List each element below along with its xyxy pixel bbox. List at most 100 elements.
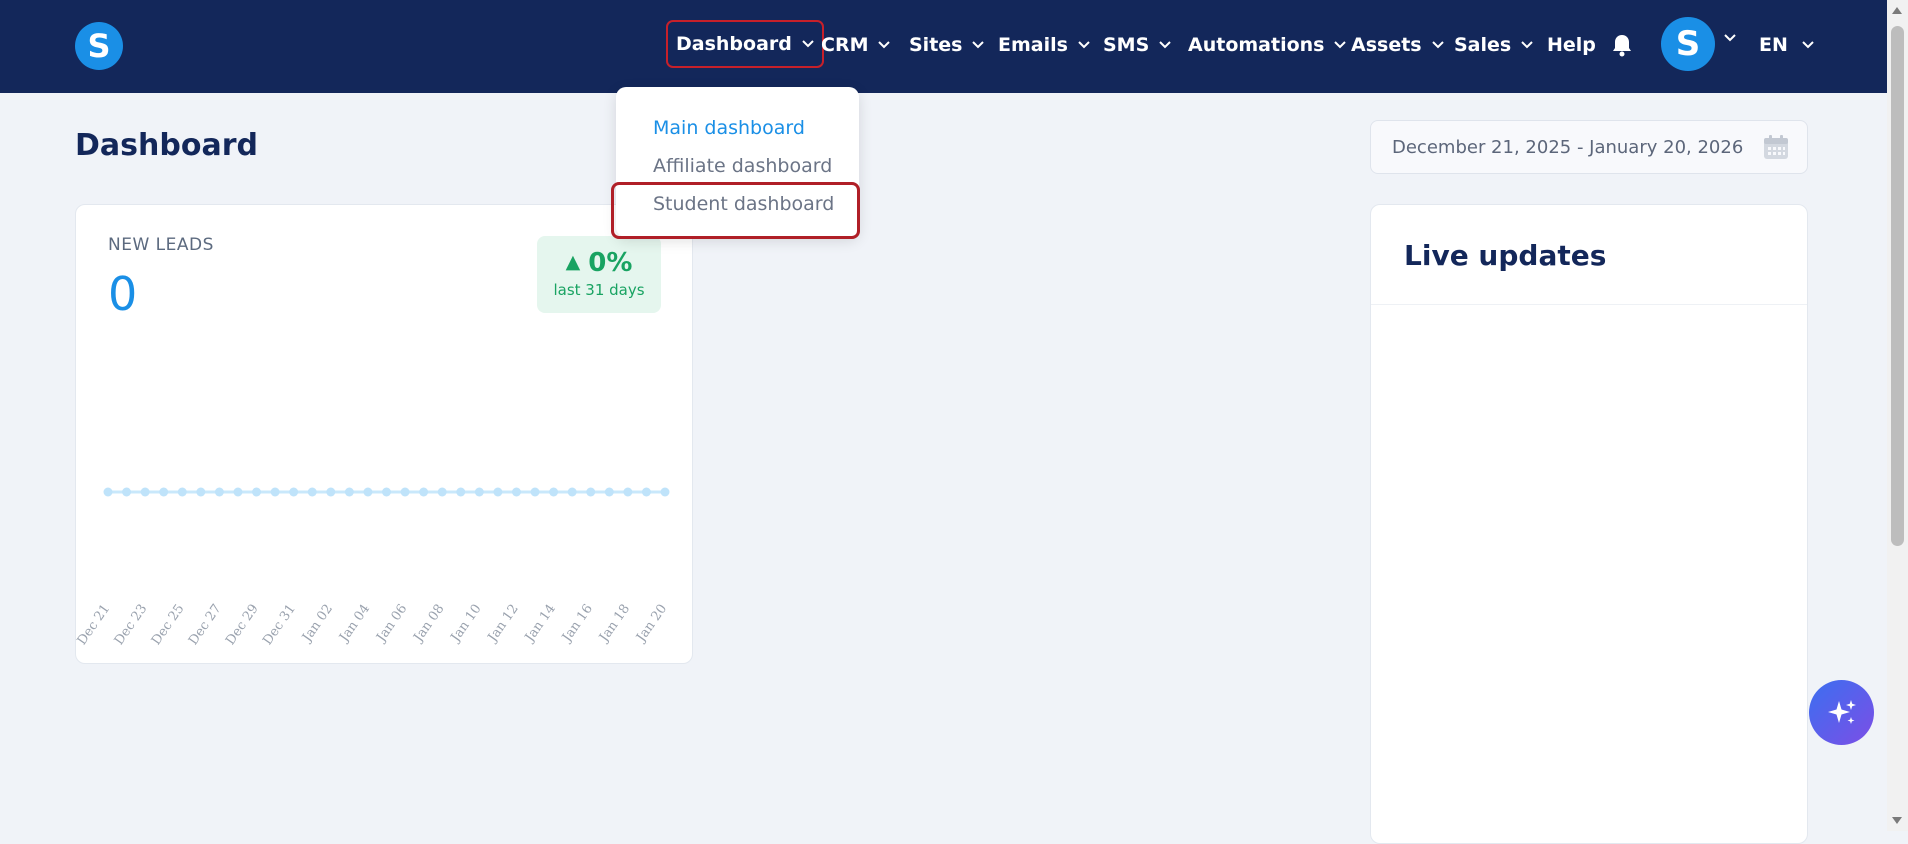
x-tick-label: Jan 02 — [299, 602, 337, 647]
data-point — [103, 487, 113, 497]
bell-icon[interactable] — [1611, 33, 1633, 57]
data-point — [344, 487, 354, 497]
vertical-scrollbar[interactable] — [1887, 0, 1908, 831]
x-tick-label: Jan 12 — [484, 602, 522, 647]
language-selector[interactable]: EN — [1759, 27, 1814, 63]
nav-dashboard[interactable]: Dashboard — [666, 20, 824, 68]
data-point — [437, 487, 447, 497]
menu-item-main-dashboard[interactable]: Main dashboard — [653, 117, 805, 139]
x-tick-label: Jan 20 — [633, 602, 671, 647]
data-point — [307, 487, 317, 497]
page-title: Dashboard — [75, 128, 258, 163]
x-tick-label: Dec 27 — [186, 602, 225, 648]
nav-automations[interactable]: Automations — [1188, 27, 1347, 63]
scroll-down-arrow-icon[interactable] — [1892, 817, 1902, 824]
logo-letter: S — [87, 27, 111, 65]
top-navigation: S Dashboard CRM Sites Emails SMS Automat… — [0, 0, 1887, 93]
x-tick-label: Jan 10 — [447, 602, 485, 647]
data-point — [660, 487, 670, 497]
nav-assets[interactable]: Assets — [1351, 27, 1444, 63]
ai-assistant-button[interactable] — [1809, 680, 1874, 745]
nav-assets-label: Assets — [1351, 34, 1422, 56]
divider — [1371, 304, 1807, 305]
x-tick-label: Dec 25 — [149, 602, 188, 648]
data-point — [586, 487, 596, 497]
data-point — [326, 487, 336, 497]
chevron-down-icon — [972, 41, 985, 49]
nav-sales[interactable]: Sales — [1454, 27, 1533, 63]
data-point — [252, 487, 262, 497]
brand-logo[interactable]: S — [75, 22, 123, 70]
chevron-down-icon — [1334, 41, 1347, 49]
data-point — [363, 487, 373, 497]
chevron-down-icon — [1078, 41, 1090, 49]
nav-sms-label: SMS — [1103, 34, 1150, 56]
data-point — [641, 487, 651, 497]
data-point — [511, 487, 521, 497]
data-point — [214, 487, 224, 497]
x-tick-label: Dec 29 — [223, 602, 262, 648]
data-point — [177, 487, 187, 497]
nav-crm-label: CRM — [821, 34, 869, 56]
chevron-down-icon — [1521, 41, 1533, 49]
x-tick-label: Jan 14 — [521, 602, 559, 647]
chevron-down-icon[interactable] — [1724, 34, 1736, 42]
nav-help-label: Help — [1547, 34, 1596, 56]
data-point — [289, 487, 299, 497]
nav-dashboard-label: Dashboard — [676, 33, 792, 55]
nav-sms[interactable]: SMS — [1103, 27, 1171, 63]
chevron-down-icon — [1802, 41, 1814, 49]
data-point — [382, 487, 391, 497]
nav-sales-label: Sales — [1454, 34, 1512, 56]
data-point — [493, 487, 503, 497]
data-point — [233, 487, 243, 497]
chevron-down-icon — [1431, 41, 1444, 49]
data-point — [196, 487, 206, 497]
nav-emails-label: Emails — [998, 34, 1068, 56]
data-point — [419, 487, 429, 497]
date-range-picker[interactable]: December 21, 2025 - January 20, 2026 — [1370, 120, 1808, 174]
nav-help[interactable]: Help — [1547, 27, 1596, 63]
menu-item-affiliate-dashboard[interactable]: Affiliate dashboard — [653, 155, 832, 177]
x-tick-label: Dec 23 — [112, 602, 151, 648]
x-tick-label: Jan 16 — [558, 602, 596, 647]
sparkles-icon — [1827, 699, 1856, 724]
data-point — [604, 487, 614, 497]
live-updates-title: Live updates — [1404, 239, 1607, 272]
x-tick-label: Jan 06 — [373, 602, 411, 647]
highlight-box — [611, 182, 860, 239]
data-point — [474, 487, 484, 497]
leads-line-chart: Dec 21Dec 23Dec 25Dec 27Dec 29Dec 31 Jan … — [76, 487, 671, 648]
nav-emails[interactable]: Emails — [998, 27, 1090, 63]
scroll-up-arrow-icon[interactable] — [1892, 7, 1902, 14]
chevron-down-icon — [878, 41, 891, 49]
avatar-letter: S — [1675, 24, 1701, 64]
calendar-icon — [1764, 135, 1788, 159]
scrollbar-thumb[interactable] — [1891, 26, 1904, 546]
data-point — [549, 487, 559, 497]
data-point — [623, 487, 633, 497]
chevron-down-icon — [1159, 41, 1171, 49]
x-tick-label: Jan 08 — [410, 602, 448, 647]
nav-sites[interactable]: Sites — [909, 27, 985, 63]
user-avatar[interactable]: S — [1661, 17, 1715, 71]
nav-sites-label: Sites — [909, 34, 963, 56]
data-point — [140, 487, 150, 497]
data-point — [530, 487, 540, 497]
x-tick-label: Jan 04 — [336, 602, 374, 647]
x-tick-label: Jan 18 — [596, 602, 634, 647]
data-point — [567, 487, 577, 497]
nav-crm[interactable]: CRM — [821, 27, 891, 63]
nav-automations-label: Automations — [1188, 34, 1325, 56]
date-range-text: December 21, 2025 - January 20, 2026 — [1392, 136, 1744, 158]
data-point — [122, 487, 132, 497]
live-updates-panel: Live updates — [1370, 204, 1808, 844]
x-tick-label: Dec 21 — [76, 602, 113, 648]
data-point — [400, 487, 410, 497]
new-leads-card: NEW LEADS 0 ▲ 0% last 31 days Dec 21 Dec 2… — [75, 204, 693, 664]
data-point — [159, 487, 169, 497]
x-tick-label: Dec 31 — [260, 602, 299, 648]
data-point — [456, 487, 466, 497]
language-label: EN — [1759, 34, 1788, 56]
chevron-down-icon — [802, 40, 814, 48]
